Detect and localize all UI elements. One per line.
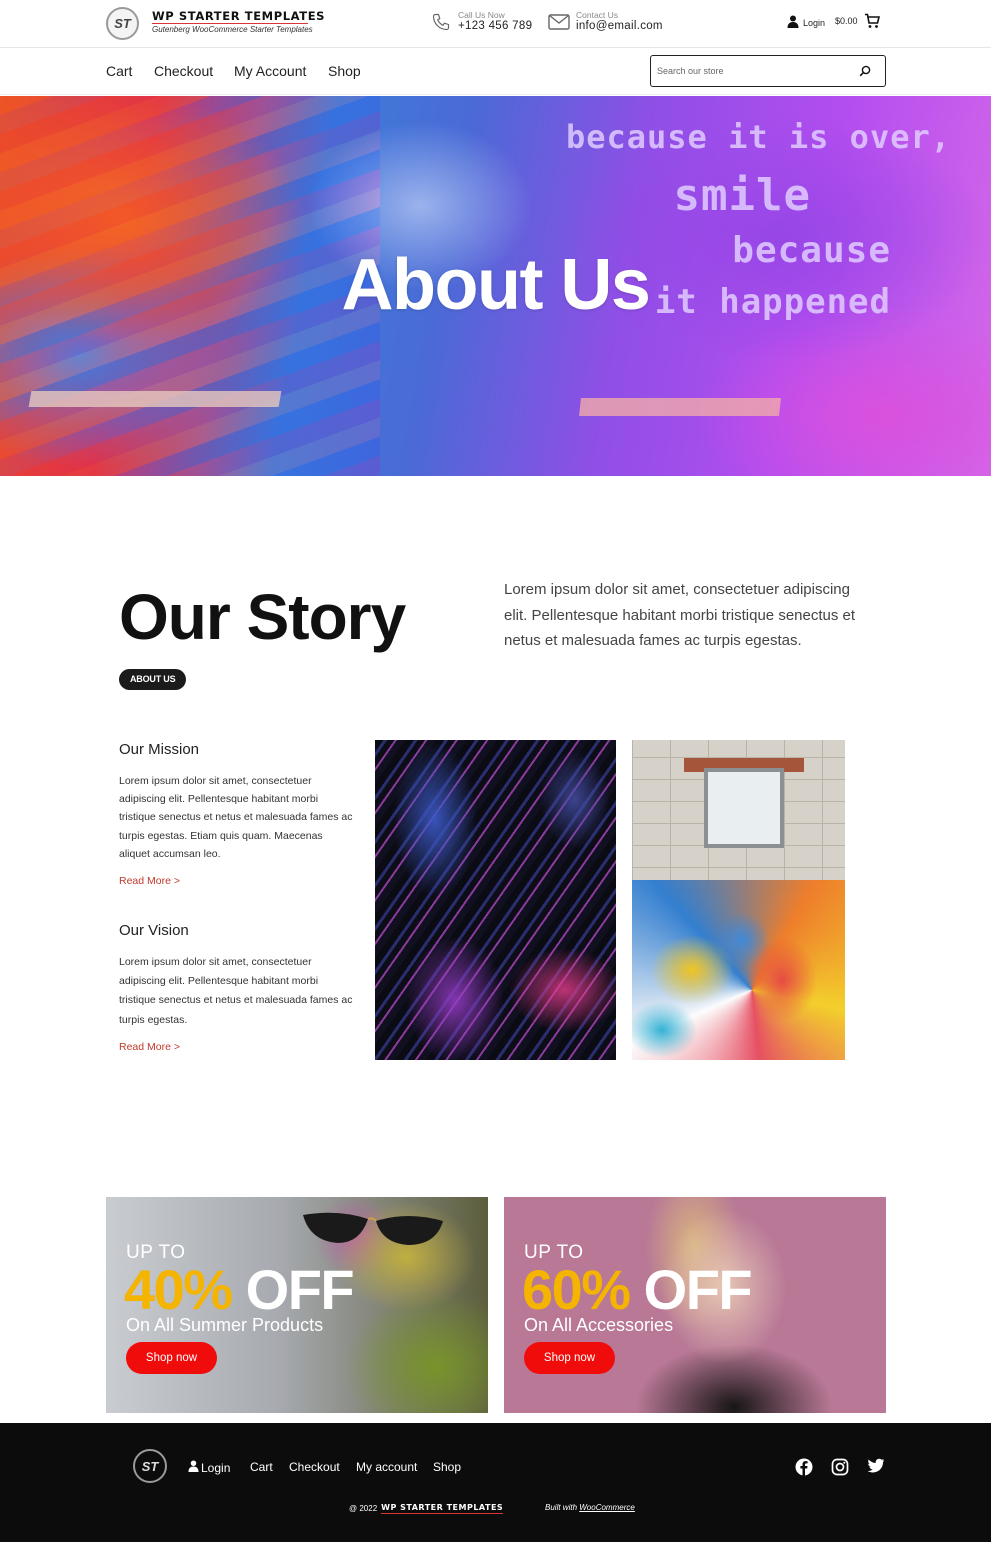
user-icon — [188, 1460, 199, 1475]
email-contact[interactable]: Contact Us info@email.com — [548, 10, 663, 33]
footer-nav-checkout[interactable]: Checkout — [289, 1460, 340, 1474]
brand-title[interactable]: WP STARTER TEMPLATES — [152, 9, 325, 23]
email-value[interactable]: info@email.com — [576, 20, 663, 33]
shop-now-button[interactable]: Shop now — [524, 1342, 615, 1374]
instagram-icon[interactable] — [831, 1458, 849, 1481]
search-icon[interactable] — [859, 64, 871, 82]
promo-banner-accessories[interactable]: UP TO 60% OFF On All Accessories Shop no… — [504, 1197, 886, 1413]
login-label[interactable]: Login — [803, 18, 825, 28]
abstract-paint-image — [375, 740, 616, 1060]
promo-percent: 40% — [124, 1258, 233, 1321]
footer-logo[interactable]: ST — [133, 1449, 167, 1483]
vision-text: Lorem ipsum dolor sit amet, consectetuer… — [119, 956, 353, 1026]
search-form — [650, 55, 886, 87]
site-footer: ST Login Cart Checkout My account Shop @… — [0, 1423, 991, 1542]
site-logo[interactable]: ST — [106, 7, 139, 40]
story-title: Our Story — [119, 581, 406, 653]
phone-icon — [430, 11, 452, 33]
sunglasses-shape — [303, 1212, 443, 1245]
nav-shop[interactable]: Shop — [328, 63, 361, 79]
login-link[interactable]: Login — [787, 15, 825, 30]
footer-brand-link[interactable]: WP STARTER TEMPLATES — [381, 1503, 504, 1514]
nav-my-account[interactable]: My Account — [234, 63, 306, 79]
story-intro: Lorem ipsum dolor sit amet, consectetuer… — [504, 581, 856, 649]
mission-read-more-link[interactable]: Read More > — [119, 875, 180, 887]
mission-text: Lorem ipsum dolor sit amet, consectetuer… — [119, 775, 353, 860]
woocommerce-link[interactable]: WooCommerce — [579, 1503, 635, 1512]
built-with-prefix: Built with — [545, 1503, 578, 1512]
hero-title: About Us — [341, 245, 651, 325]
brand-tagline: Gutenberg WooCommerce Starter Templates — [152, 25, 313, 34]
promo-percent: 60% — [522, 1258, 631, 1321]
nav-checkout[interactable]: Checkout — [154, 63, 213, 79]
twitter-icon[interactable] — [867, 1458, 885, 1479]
facebook-icon[interactable] — [795, 1458, 813, 1481]
footer-nav-shop[interactable]: Shop — [433, 1460, 461, 1474]
about-badge: ABOUT US — [119, 669, 187, 690]
footer-login-link[interactable]: Login — [188, 1460, 230, 1475]
promo-discount: 40% OFF — [124, 1257, 355, 1323]
vision-read-more-link[interactable]: Read More > — [119, 1041, 180, 1053]
promo-subtitle: On All Accessories — [524, 1315, 674, 1335]
promo-off: OFF — [643, 1258, 753, 1321]
hero-table-left — [28, 391, 282, 407]
top-header: ST WP STARTER TEMPLATES Gutenberg WooCom… — [0, 0, 991, 48]
promo-subtitle: On All Summer Products — [126, 1315, 324, 1335]
cart-icon[interactable] — [864, 13, 881, 34]
mail-icon — [548, 11, 570, 33]
mission-title: Our Mission — [119, 741, 200, 758]
brand-underline — [152, 23, 308, 24]
main-nav: Cart Checkout My Account Shop — [0, 48, 991, 95]
phone-value[interactable]: +123 456 789 — [458, 20, 532, 33]
footer-copyright: @ 2022 WP STARTER TEMPLATES — [349, 1503, 504, 1514]
copyright-year: @ 2022 — [349, 1504, 378, 1513]
promo-banner-summer[interactable]: UP TO 40% OFF On All Summer Products Sho… — [106, 1197, 488, 1413]
email-label: Contact Us — [576, 10, 619, 20]
vision-title: Our Vision — [119, 922, 189, 939]
hero-banner: because it is over, smile because it hap… — [0, 96, 991, 476]
window — [704, 768, 784, 848]
footer-built-with: Built with WooCommerce — [545, 1503, 635, 1512]
promo-off: OFF — [245, 1258, 355, 1321]
shop-now-button[interactable]: Shop now — [126, 1342, 217, 1374]
footer-login-label[interactable]: Login — [201, 1461, 230, 1475]
hero-table-right — [579, 398, 781, 416]
search-input[interactable] — [657, 63, 847, 79]
nav-cart[interactable]: Cart — [106, 63, 132, 79]
cart-total[interactable]: $0.00 — [835, 16, 858, 26]
graffiti-art — [632, 880, 845, 1060]
mural-text-2: smile — [673, 170, 811, 221]
footer-nav-my-account[interactable]: My account — [356, 1460, 417, 1474]
footer-nav-cart[interactable]: Cart — [250, 1460, 273, 1474]
promo-discount: 60% OFF — [522, 1257, 753, 1323]
user-icon — [787, 15, 799, 30]
graffiti-wall-image — [632, 740, 845, 1060]
mural-text-1: because it is over, — [565, 118, 951, 156]
phone-label: Call Us Now — [458, 10, 505, 20]
phone-contact[interactable]: Call Us Now +123 456 789 — [430, 10, 532, 33]
